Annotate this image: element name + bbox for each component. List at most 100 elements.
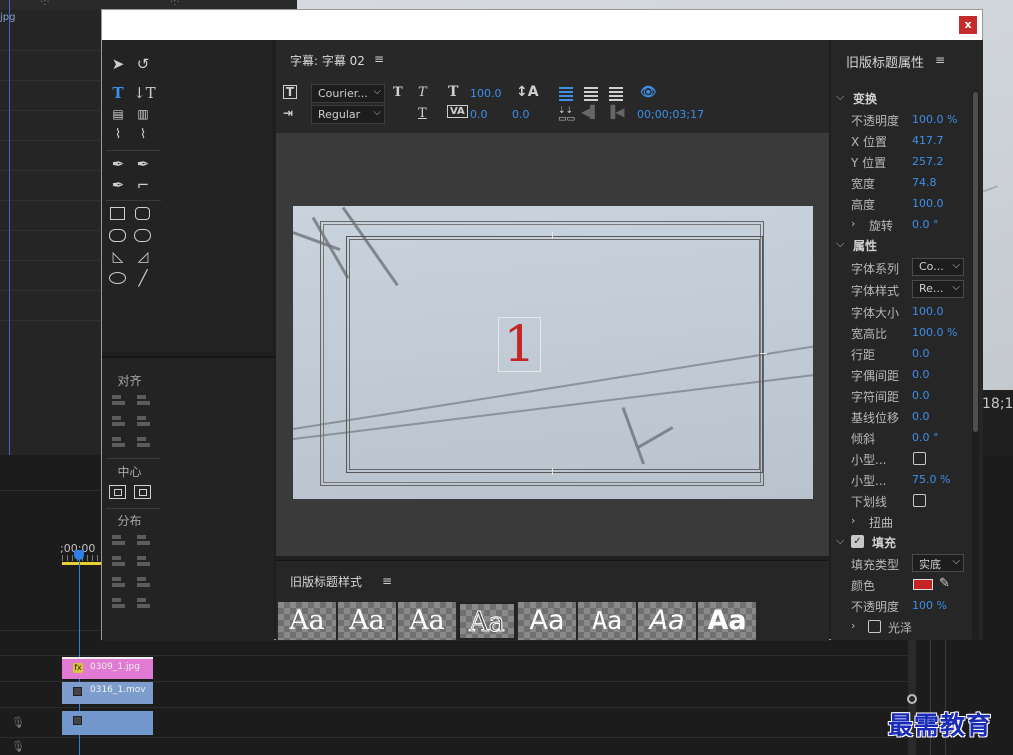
properties-scroll-thumb[interactable] [973, 92, 978, 432]
prop-value[interactable]: 0.0 [912, 347, 930, 360]
add-anchor-tool-icon[interactable]: ✒ [108, 176, 128, 194]
properties-menu-icon[interactable]: ≡ [935, 53, 945, 67]
eyedropper-icon[interactable]: ✎ [939, 576, 950, 591]
delete-anchor-tool-icon[interactable]: ✒ [133, 155, 153, 173]
vertical-path-type-tool-icon[interactable]: ⌇ [133, 126, 153, 144]
prop-value[interactable]: 75.0 % [912, 473, 950, 486]
vertical-area-type-tool-icon[interactable]: ▥ [133, 105, 153, 123]
style-swatch[interactable]: Aa [278, 602, 336, 640]
sheen-checkbox[interactable] [868, 620, 881, 633]
rectangle-tool-icon[interactable] [110, 207, 125, 220]
wedge-tool-icon[interactable]: ◺ [108, 248, 128, 266]
timeline-clip-mov[interactable]: 0316_1.mov [62, 682, 153, 704]
distribute-center-icon[interactable] [110, 554, 126, 568]
prop-texture[interactable]: › 纹理 [831, 638, 971, 640]
prop-value[interactable]: 100 % [912, 599, 947, 612]
style-swatch[interactable]: Aa [578, 602, 636, 640]
type-tool-icon[interactable]: T [108, 84, 128, 102]
styles-menu-icon[interactable]: ≡ [382, 574, 392, 588]
area-type-tool-icon[interactable]: ▤ [108, 105, 128, 123]
prop-value[interactable]: 0.0 [912, 389, 930, 402]
style-swatch[interactable]: Aa [638, 602, 696, 640]
distribute-bottom-icon[interactable] [135, 575, 151, 589]
attributes-section-header[interactable]: ⌵ 属性 [831, 236, 971, 256]
align-right-icon[interactable] [110, 435, 126, 449]
align-left-icon[interactable] [110, 393, 126, 407]
prop-value[interactable]: 100.0 [912, 197, 944, 210]
prop-sheen[interactable]: › 光泽 [831, 617, 971, 637]
distribute-top-icon[interactable] [135, 533, 151, 547]
style-swatch[interactable]: Aa [398, 602, 456, 640]
prop-value[interactable]: 0.0 ° [912, 431, 939, 444]
show-background-video-icon[interactable]: 👁 [640, 85, 657, 100]
timeline-playhead-handle[interactable] [74, 550, 84, 560]
transform-section-header[interactable]: ⌵ 变换 [831, 89, 971, 109]
timeline-zoom-handle[interactable] [907, 694, 917, 704]
style-swatch-selected[interactable]: Aa [458, 602, 516, 640]
align-bottom-icon[interactable] [135, 435, 151, 449]
close-button[interactable]: x [959, 16, 977, 34]
align-left-text-icon[interactable] [559, 87, 573, 101]
microphone-icon[interactable]: 🎙 [11, 740, 25, 753]
align-right-text-icon[interactable] [609, 87, 623, 101]
prop-value[interactable]: 0.0 ° [912, 218, 939, 231]
rotate-tool-icon[interactable]: ↺ [133, 55, 153, 73]
distribute-middle-icon[interactable] [135, 554, 151, 568]
kerning-value[interactable]: 0.0 [470, 108, 488, 121]
panel-menu-icon[interactable]: ≡ [374, 52, 384, 66]
prop-value[interactable]: 0.0 [912, 368, 930, 381]
line-tool-icon[interactable]: ╱ [133, 269, 153, 287]
title-text-object[interactable]: 1 [498, 317, 541, 372]
prop-distort[interactable]: › 扭曲 [831, 512, 971, 532]
title-canvas-area[interactable]: 1 [276, 133, 829, 556]
background-timecode[interactable]: 00;00;03;17 [637, 108, 704, 121]
new-title-icon[interactable]: T [283, 85, 297, 99]
selection-tool-icon[interactable]: ➤ [108, 55, 128, 73]
style-swatch[interactable]: Aa [698, 602, 756, 640]
align-v-center-icon[interactable] [135, 414, 151, 428]
align-top-icon[interactable] [135, 393, 151, 407]
tab-stops-icon[interactable]: ⇥ [283, 106, 293, 120]
dialog-titlebar[interactable]: x [102, 10, 982, 40]
prop-value[interactable]: 74.8 [912, 176, 937, 189]
style-swatch[interactable]: Aa [338, 602, 396, 640]
timeline-clip-audio[interactable] [62, 711, 153, 735]
font-size-value[interactable]: 100.0 [470, 87, 502, 100]
font-family-dropdown[interactable]: Courier... ⌵ [311, 84, 385, 103]
prop-value[interactable]: 417.7 [912, 134, 944, 147]
underline-checkbox[interactable] [913, 494, 926, 507]
fill-checkbox[interactable]: ✓ [851, 535, 864, 548]
pen-tool-icon[interactable]: ✒ [108, 155, 128, 173]
center-vertical-icon[interactable] [134, 485, 151, 499]
font-family-select[interactable]: Co... ⌵ [912, 258, 964, 276]
prop-value[interactable]: 100.0 [912, 305, 944, 318]
distribute-even-h-icon[interactable] [110, 596, 126, 610]
fill-color-swatch[interactable] [913, 579, 933, 590]
tab-align-icon[interactable]: ⇣⇣ ▭▭ [558, 107, 575, 124]
distribute-right-icon[interactable] [110, 575, 126, 589]
rounded-rectangle-tool-icon[interactable] [135, 207, 150, 220]
path-type-tool-icon[interactable]: ⌇ [108, 126, 128, 144]
timeline-work-area-bar[interactable] [62, 562, 102, 565]
font-style-dropdown[interactable]: Regular ⌵ [311, 105, 385, 124]
timeline-clip-jpg[interactable]: fx 0309_1.jpg [62, 657, 153, 679]
style-swatch[interactable]: Aa [518, 602, 576, 640]
bold-icon[interactable]: T [393, 85, 403, 100]
prop-value[interactable]: 257.2 [912, 155, 944, 168]
prop-rotation[interactable]: › 旋转 0.0 ° [831, 215, 971, 235]
distribute-left-icon[interactable] [110, 533, 126, 547]
small-caps-checkbox[interactable] [913, 452, 926, 465]
video-frame[interactable]: 1 [293, 206, 813, 499]
align-h-center-icon[interactable] [110, 414, 126, 428]
italic-icon[interactable]: T [418, 85, 427, 100]
center-horizontal-icon[interactable] [109, 485, 126, 499]
prop-value[interactable]: 0.0 [912, 410, 930, 423]
ellipse-tool-icon[interactable] [109, 272, 126, 284]
clipped-corner-tool-icon[interactable] [109, 229, 126, 242]
rounded-corner-tool-icon[interactable] [134, 229, 151, 242]
leading-value[interactable]: 0.0 [512, 108, 530, 121]
convert-anchor-tool-icon[interactable]: ⌐ [133, 176, 153, 194]
font-style-select[interactable]: Re... ⌵ [912, 280, 964, 298]
prop-value[interactable]: 100.0 % [912, 113, 957, 126]
align-center-text-icon[interactable] [584, 87, 598, 101]
